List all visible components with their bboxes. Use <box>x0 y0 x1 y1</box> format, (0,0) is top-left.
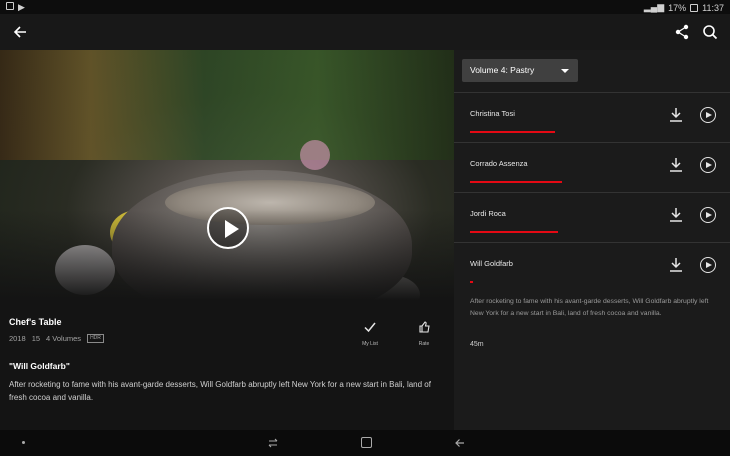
download-icon[interactable] <box>668 256 684 274</box>
hdr-badge: HDR <box>87 334 104 343</box>
search-button[interactable] <box>700 22 720 42</box>
arrow-left-icon <box>13 26 26 38</box>
episode-row: Jordi Roca <box>454 192 730 242</box>
episode-play-button[interactable] <box>700 257 716 273</box>
my-list-label: My List <box>362 341 378 347</box>
battery-icon <box>690 3 699 12</box>
episode-title[interactable]: Corrado Assenza <box>470 159 528 168</box>
clock: 11:37 <box>702 2 724 13</box>
rate-label: Rate <box>418 341 430 347</box>
episode-play-button[interactable] <box>700 107 716 123</box>
system-nav-bar <box>0 430 730 456</box>
signal-icon: ▂▄▆ <box>643 2 665 12</box>
check-icon <box>364 322 376 333</box>
nav-dot-icon <box>22 441 25 444</box>
share-icon <box>675 24 689 40</box>
nav-back-icon[interactable] <box>454 437 466 449</box>
episode-progress <box>470 281 473 283</box>
episode-progress <box>470 131 555 133</box>
season-dropdown[interactable]: Volume 4: Pastry <box>462 59 578 82</box>
episode-synopsis: After rocketing to fame with his avant-g… <box>9 380 431 402</box>
download-icon[interactable] <box>668 106 684 124</box>
app-bar <box>0 14 730 50</box>
caret-down-icon <box>561 69 569 73</box>
status-bar: ▶ ▂▄▆ 17% 11:37 <box>0 0 730 14</box>
episode-description: After rocketing to fame with his avant-g… <box>470 298 709 317</box>
recents-icon[interactable] <box>267 437 279 449</box>
episode-title[interactable]: Will Goldfarb <box>470 259 513 268</box>
media-notification-icon: ▶ <box>18 2 25 12</box>
hero-image <box>0 50 454 300</box>
download-icon[interactable] <box>668 206 684 224</box>
play-button[interactable] <box>207 207 249 249</box>
episode-title[interactable]: Christina Tosi <box>470 109 515 118</box>
show-meta: 2018 15 4 Volumes HDR <box>9 334 104 343</box>
season-dropdown-value: Volume 4: Pastry <box>470 65 535 75</box>
show-volumes: 4 Volumes <box>46 334 82 343</box>
show-rating: 15 <box>31 334 41 343</box>
back-button[interactable] <box>10 22 30 42</box>
gallery-notification-icon <box>6 2 14 10</box>
episode-row: Corrado Assenza <box>454 142 730 192</box>
my-list-button[interactable]: My List <box>356 320 384 352</box>
show-year: 2018 <box>9 334 26 343</box>
episode-title[interactable]: Jordi Roca <box>470 209 506 218</box>
episode-play-button[interactable] <box>700 207 716 223</box>
episode-progress <box>470 231 558 233</box>
show-info: Chef's Table 2018 15 4 Volumes HDR My Li… <box>0 300 454 430</box>
rate-button[interactable]: Rate <box>410 320 438 352</box>
episode-play-button[interactable] <box>700 157 716 173</box>
home-icon[interactable] <box>361 437 372 448</box>
share-button[interactable] <box>672 22 692 42</box>
episode-heading: "Will Goldfarb" <box>9 361 70 371</box>
episode-row: Will Goldfarb <box>454 242 730 292</box>
hero-flower <box>300 140 330 170</box>
battery-level: 17% <box>668 2 687 13</box>
search-icon <box>703 25 718 40</box>
episode-row: Christina Tosi <box>454 92 730 142</box>
show-title: Chef's Table <box>9 317 62 327</box>
episode-panel: Volume 4: Pastry Christina Tosi Corrado … <box>454 50 730 430</box>
hero-background <box>0 50 454 160</box>
episode-progress <box>470 181 562 183</box>
episode-duration: 45m <box>470 341 484 348</box>
thumbs-up-icon <box>419 321 430 333</box>
download-icon[interactable] <box>668 156 684 174</box>
